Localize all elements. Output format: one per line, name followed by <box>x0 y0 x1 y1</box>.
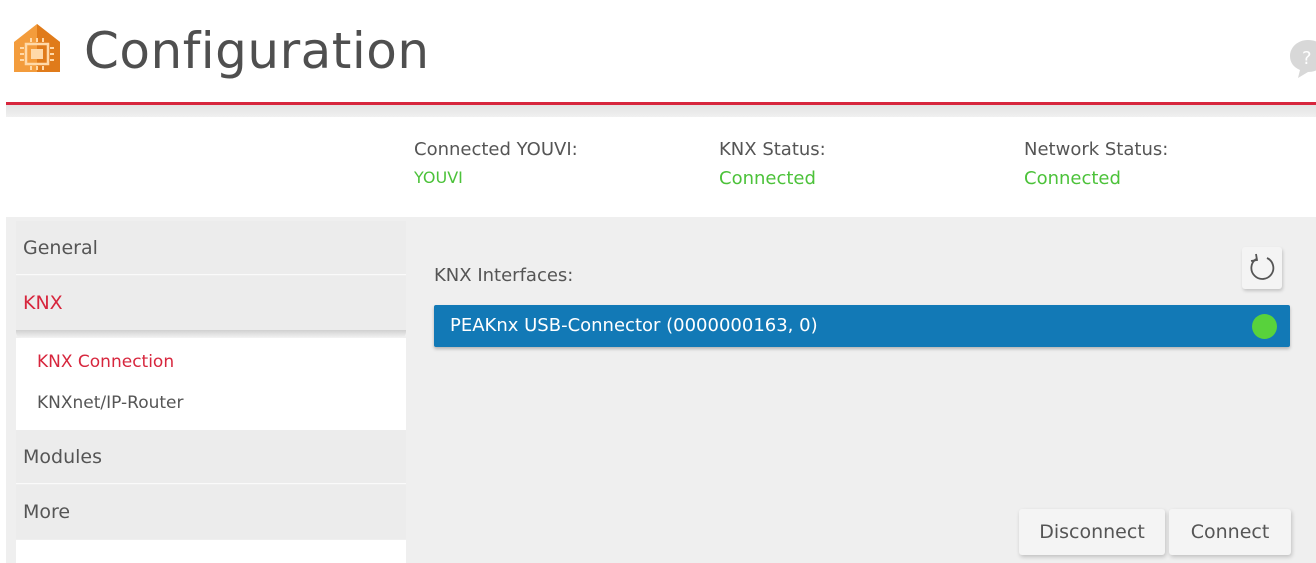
sidebar-item-general[interactable]: General <box>16 221 406 275</box>
sidebar-subitem-knxnet-ip-router[interactable]: KNXnet/IP-Router <box>37 393 184 413</box>
interface-name: PEAKnx USB-Connector (0000000163, 0) <box>450 315 818 336</box>
refresh-icon <box>1250 253 1275 280</box>
knx-connection-panel: KNX Interfaces: PEAKnx USB-Connector (00… <box>406 217 1316 563</box>
network-status-label: Network Status: <box>1024 139 1169 160</box>
refresh-button[interactable] <box>1242 247 1282 289</box>
svg-text:?: ? <box>1302 48 1312 69</box>
header: Configuration ? <box>6 8 1316 102</box>
knx-status: KNX Status: Connected <box>719 139 826 189</box>
help-bubble-icon[interactable]: ? <box>1288 38 1316 80</box>
knx-submenu: KNX Connection KNXnet/IP-Router <box>16 338 406 430</box>
youvi-status: Connected YOUVI: YOUVI <box>414 139 578 187</box>
network-status: Network Status: Connected <box>1024 139 1168 189</box>
page-title: Configuration <box>84 22 430 80</box>
knx-status-value: Connected <box>719 168 816 189</box>
knx-status-label: KNX Status: <box>719 139 826 160</box>
sidebar-item-modules[interactable]: Modules <box>16 430 406 484</box>
interface-row[interactable]: PEAKnx USB-Connector (0000000163, 0) <box>434 305 1290 347</box>
main-area: General KNX KNX Connection KNXnet/IP-Rou… <box>6 217 1316 563</box>
connect-button[interactable]: Connect <box>1169 509 1291 555</box>
sidebar: General KNX KNX Connection KNXnet/IP-Rou… <box>6 217 406 563</box>
network-status-value: Connected <box>1024 168 1121 189</box>
disconnect-button[interactable]: Disconnect <box>1019 509 1165 555</box>
youvi-status-label: Connected YOUVI: <box>414 139 578 160</box>
sidebar-item-more[interactable]: More <box>16 485 406 539</box>
connection-indicator-icon <box>1252 314 1277 339</box>
youvi-status-value: YOUVI <box>414 168 463 187</box>
status-bar: Connected YOUVI: YOUVI KNX Status: Conne… <box>6 117 1316 217</box>
house-chip-logo-icon <box>12 22 62 74</box>
interfaces-label: KNX Interfaces: <box>434 265 574 286</box>
sidebar-item-knx[interactable]: KNX <box>16 276 406 330</box>
sidebar-subitem-knx-connection[interactable]: KNX Connection <box>37 352 174 372</box>
app-window: Configuration ? Connected YOUVI: YOUVI K… <box>6 8 1316 563</box>
